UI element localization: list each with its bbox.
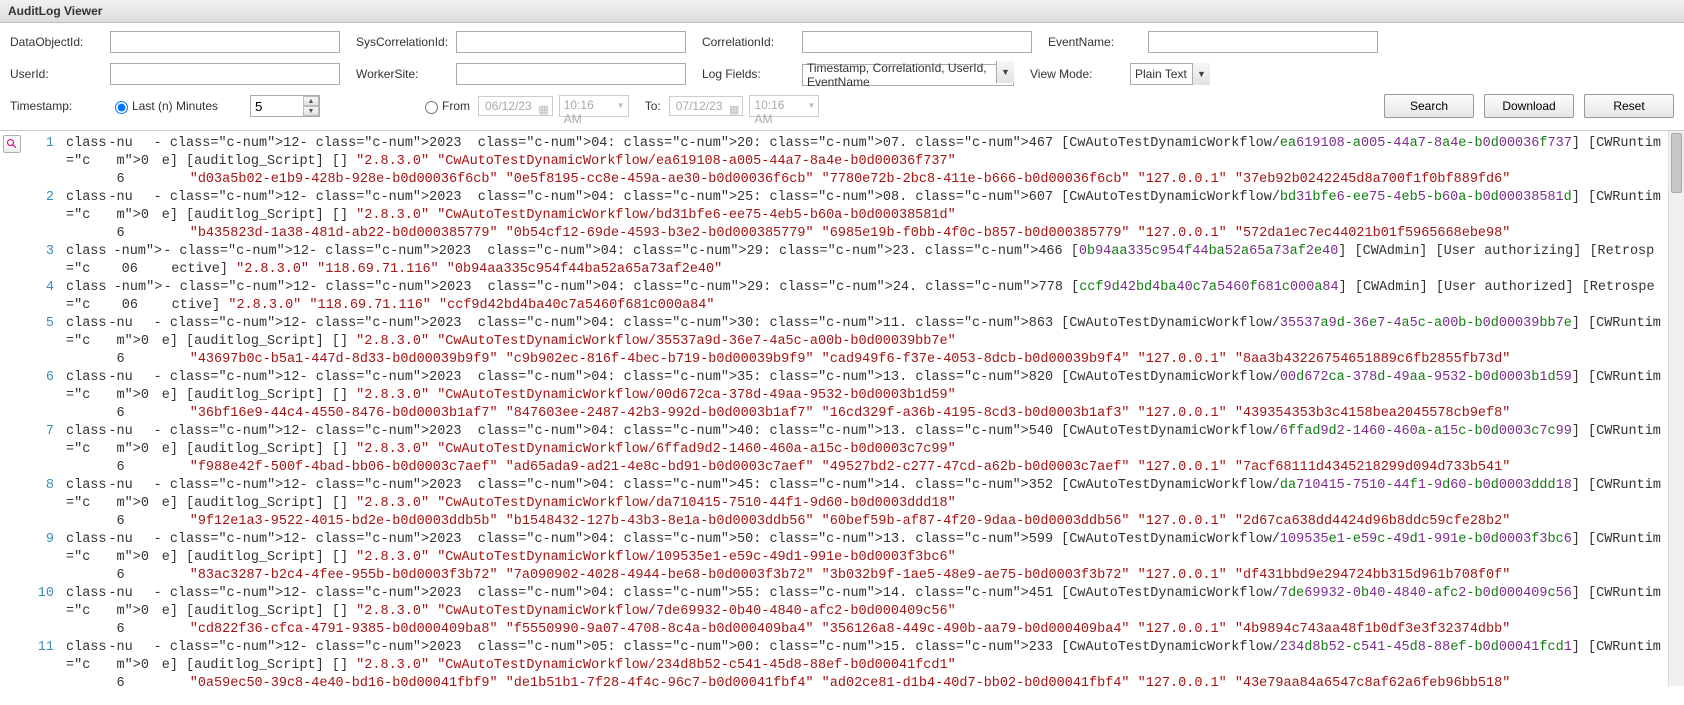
lastn-label-text: Last (n) Minutes (132, 99, 218, 113)
log-line: 9 class="c-num">06- class="c-num">12- cl… (30, 531, 1662, 585)
line-number: 10 (30, 585, 66, 639)
vertical-scrollbar[interactable] (1668, 131, 1684, 686)
from-label-text: From (442, 99, 470, 113)
search-in-log-icon[interactable] (3, 135, 21, 153)
correlationid-label: CorrelationId: (702, 35, 802, 49)
chevron-down-icon[interactable]: ▼ (808, 101, 816, 110)
from-radio[interactable] (425, 101, 438, 114)
log-line: 5 class="c-num">06- class="c-num">12- cl… (30, 315, 1662, 369)
dataobjectid-label: DataObjectId: (10, 35, 110, 49)
log-line: 2 class="c-num">06- class="c-num">12- cl… (30, 189, 1662, 243)
download-button[interactable]: Download (1484, 94, 1574, 118)
calendar-icon[interactable]: ▦ (729, 103, 739, 116)
chevron-down-icon[interactable]: ▼ (617, 101, 625, 110)
chevron-down-icon[interactable]: ▼ (1192, 63, 1210, 85)
line-number: 5 (30, 315, 66, 369)
log-line: 7 class="c-num">06- class="c-num">12- cl… (30, 423, 1662, 477)
lastn-radio-label[interactable]: Last (n) Minutes (110, 98, 250, 114)
log-line: 10 class="c-num">06- class="c-num">12- c… (30, 585, 1662, 639)
spinner-down-icon[interactable]: ▼ (303, 106, 319, 116)
line-number: 4 (30, 279, 66, 315)
line-number: 1 (30, 135, 66, 189)
workersite-input[interactable] (456, 63, 686, 85)
calendar-icon[interactable]: ▦ (538, 103, 548, 116)
line-number: 8 (30, 477, 66, 531)
to-time-input[interactable]: 10:16 AM ▼ (749, 95, 819, 117)
line-number: 7 (30, 423, 66, 477)
filter-row-2: UserId: WorkerSite: Log Fields: Timestam… (10, 61, 1674, 86)
correlationid-input[interactable] (802, 31, 1032, 53)
log-line: 3 class="c-num">06- class="c-num">12- cl… (30, 243, 1662, 279)
line-number: 2 (30, 189, 66, 243)
log-line: 11 class="c-num">06- class="c-num">12- c… (30, 639, 1662, 686)
userid-label: UserId: (10, 67, 110, 81)
eventname-label: EventName: (1048, 35, 1148, 49)
chevron-down-icon[interactable]: ▼ (996, 61, 1014, 83)
userid-input[interactable] (110, 63, 340, 85)
log-viewer: 1 class="c-num">06- class="c-num">12- cl… (0, 131, 1684, 686)
from-time-input[interactable]: 10:16 AM ▼ (559, 95, 629, 117)
filter-row-1: DataObjectId: SysCorrelationId: Correlat… (10, 31, 1674, 53)
syscorrelationid-label: SysCorrelationId: (356, 35, 456, 49)
line-number: 6 (30, 369, 66, 423)
search-button[interactable]: Search (1384, 94, 1474, 118)
workersite-label: WorkerSite: (356, 67, 456, 81)
to-time-text: 10:16 AM (754, 98, 784, 126)
scrollbar-thumb[interactable] (1671, 133, 1682, 193)
spinner-up-icon[interactable]: ▲ (303, 96, 319, 106)
logfields-label: Log Fields: (702, 67, 802, 81)
syscorrelationid-input[interactable] (456, 31, 686, 53)
log-line: 4 class="c-num">06- class="c-num">12- cl… (30, 279, 1662, 315)
filter-row-3: Timestamp: Last (n) Minutes ▲ ▼ From 06/… (10, 94, 1674, 118)
line-number: 9 (30, 531, 66, 585)
filters-panel: DataObjectId: SysCorrelationId: Correlat… (0, 23, 1684, 131)
timestamp-label: Timestamp: (10, 99, 110, 113)
log-body[interactable]: 1 class="c-num">06- class="c-num">12- cl… (24, 131, 1668, 686)
from-time-text: 10:16 AM (564, 98, 594, 126)
log-line: 1 class="c-num">06- class="c-num">12- cl… (30, 135, 1662, 189)
line-number: 11 (30, 639, 66, 686)
logfields-select[interactable]: Timestamp, CorrelationId, UserId, EventN… (802, 64, 1014, 86)
log-line: 6 class="c-num">06- class="c-num">12- cl… (30, 369, 1662, 423)
eventname-input[interactable] (1148, 31, 1378, 53)
dataobjectid-input[interactable] (110, 31, 340, 53)
reset-button[interactable]: Reset (1584, 94, 1674, 118)
to-label: To: (645, 99, 661, 113)
line-number: 3 (30, 243, 66, 279)
from-radio-label[interactable]: From (420, 98, 470, 114)
viewmode-label: View Mode: (1030, 67, 1130, 81)
lastn-radio[interactable] (115, 101, 128, 114)
log-line: 8 class="c-num">06- class="c-num">12- cl… (30, 477, 1662, 531)
window-title: AuditLog Viewer (0, 0, 1684, 23)
